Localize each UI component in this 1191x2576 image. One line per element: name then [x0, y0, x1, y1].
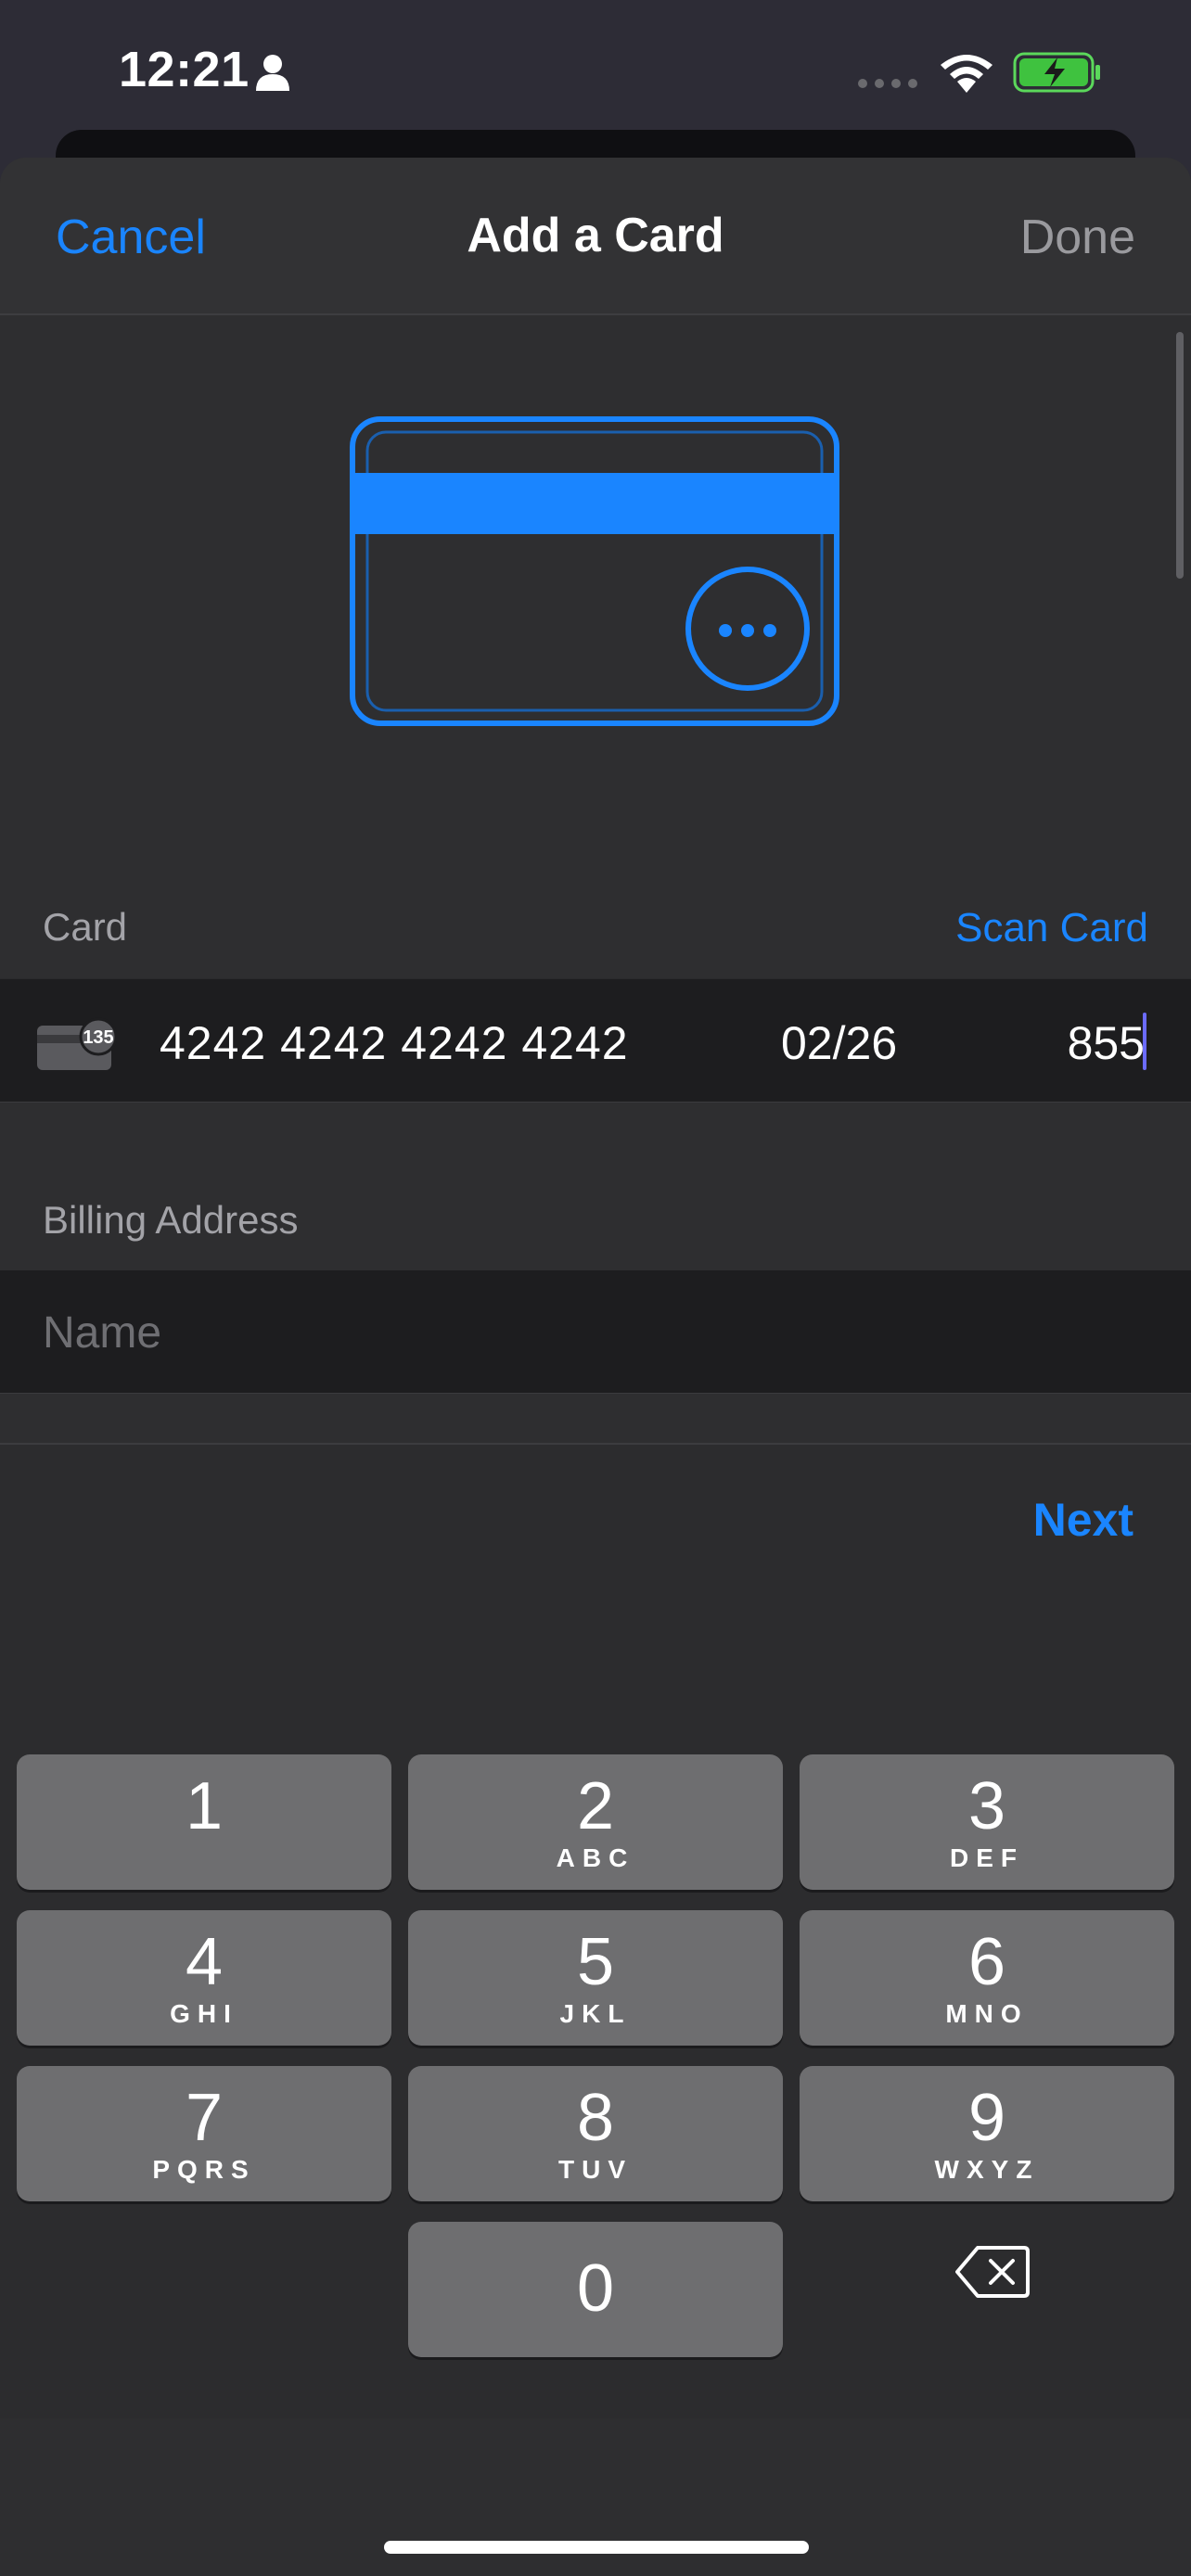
- name-field[interactable]: [41, 1298, 1139, 1367]
- key-digit: 6: [967, 1925, 1006, 1999]
- wifi-icon: [941, 55, 992, 93]
- status-time: 12:21: [119, 42, 250, 97]
- key-digit: 1: [185, 1769, 224, 1843]
- key-digit: 9: [967, 2081, 1006, 2155]
- scan-card-button[interactable]: Scan Card: [955, 905, 1148, 951]
- home-indicator: [384, 2541, 809, 2554]
- person-icon: [256, 55, 289, 91]
- keyboard-accessory-bar: Next: [0, 1443, 1191, 1580]
- card-badge-text: 135: [83, 1027, 113, 1048]
- key-1[interactable]: 1: [17, 1754, 391, 1890]
- key-digit: 2: [576, 1769, 615, 1843]
- credit-card-back-icon: [350, 416, 839, 726]
- key-letters: ABC: [556, 1843, 635, 1872]
- cellular-signal-icon: [858, 79, 917, 88]
- battery-charging-icon: [1013, 52, 1100, 93]
- card-cvc-field[interactable]: 855: [1068, 1016, 1145, 1070]
- page-title: Add a Card: [467, 209, 724, 262]
- key-digit: 0: [576, 2251, 615, 2326]
- key-letters: JKL: [559, 1999, 632, 2028]
- key-2[interactable]: 2 ABC: [408, 1754, 783, 1890]
- card-number-field[interactable]: 4242 4242 4242 4242: [160, 1016, 629, 1070]
- key-digit: 8: [576, 2081, 615, 2155]
- card-input-row[interactable]: 135 4242 4242 4242 4242 02/26 855: [0, 978, 1191, 1103]
- key-digit: 4: [185, 1925, 224, 1999]
- key-8[interactable]: 8 TUV: [408, 2066, 783, 2201]
- key-4[interactable]: 4 GHI: [17, 1910, 391, 2046]
- billing-address-label: Billing Address: [43, 1198, 299, 1242]
- key-digit: 7: [185, 2081, 224, 2155]
- key-5[interactable]: 5 JKL: [408, 1910, 783, 2046]
- key-letters: DEF: [950, 1843, 1024, 1872]
- status-bar: 12:21: [0, 0, 1191, 139]
- navigation-bar: Cancel Add a Card Done: [0, 158, 1191, 315]
- card-cvc-icon: 135: [37, 1017, 117, 1070]
- key-9[interactable]: 9 WXYZ: [800, 2066, 1174, 2201]
- key-digit: 5: [576, 1925, 615, 1999]
- card-expiry-field[interactable]: 02/26: [781, 1016, 897, 1070]
- delete-backspace-icon[interactable]: [955, 2244, 1030, 2300]
- name-row: [0, 1270, 1191, 1394]
- card-section-label: Card: [43, 905, 128, 949]
- key-letters: WXYZ: [934, 2155, 1040, 2184]
- next-button[interactable]: Next: [1033, 1493, 1133, 1547]
- key-digit: 3: [967, 1769, 1006, 1843]
- key-letters: PQRS: [152, 2155, 256, 2184]
- key-letters: MNO: [945, 1999, 1029, 2028]
- text-caret: [1143, 1013, 1146, 1070]
- done-button[interactable]: Done: [1020, 210, 1135, 265]
- key-0[interactable]: 0: [408, 2222, 783, 2357]
- scroll-indicator: [1176, 332, 1184, 579]
- key-letters: GHI: [170, 1999, 238, 2028]
- key-letters: TUV: [558, 2155, 633, 2184]
- key-7[interactable]: 7 PQRS: [17, 2066, 391, 2201]
- key-6[interactable]: 6 MNO: [800, 1910, 1174, 2046]
- key-3[interactable]: 3 DEF: [800, 1754, 1174, 1890]
